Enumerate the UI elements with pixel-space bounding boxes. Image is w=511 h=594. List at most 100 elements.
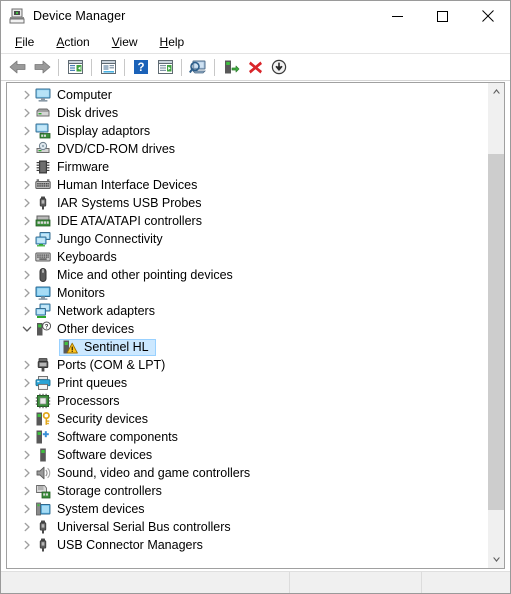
tree-item-software-components[interactable]: Software components bbox=[7, 428, 486, 446]
tree-item-computer[interactable]: Computer bbox=[7, 86, 486, 104]
enable-device-button[interactable] bbox=[219, 56, 243, 78]
tree-item-content: Disk drives bbox=[35, 105, 118, 121]
tree-item-dvd-cd-rom-drives[interactable]: DVD/CD-ROM drives bbox=[7, 140, 486, 158]
chevron-down-icon[interactable] bbox=[19, 320, 35, 338]
tree-item-content: System devices bbox=[35, 501, 145, 517]
tree-item-security-devices[interactable]: Security devices bbox=[7, 410, 486, 428]
tree-item-ports-com-lpt[interactable]: Ports (COM & LPT) bbox=[7, 356, 486, 374]
menu-file[interactable]: File bbox=[9, 33, 44, 51]
tree-item-processors[interactable]: Processors bbox=[7, 392, 486, 410]
toolbar: ? bbox=[1, 54, 510, 81]
chevron-right-icon[interactable] bbox=[19, 158, 35, 176]
scroll-down-button[interactable] bbox=[488, 551, 504, 568]
svg-text:?: ? bbox=[137, 62, 144, 74]
tree-item-mice-and-other-pointing-devices[interactable]: Mice and other pointing devices bbox=[7, 266, 486, 284]
device-manager-window: Device Manager File Action View Help ? C… bbox=[0, 0, 511, 594]
chevron-right-icon[interactable] bbox=[19, 446, 35, 464]
tree-item-content: IAR Systems USB Probes bbox=[35, 195, 202, 211]
tree-item-human-interface-devices[interactable]: Human Interface Devices bbox=[7, 176, 486, 194]
mouse-icon bbox=[35, 267, 51, 283]
tree-item-label: DVD/CD-ROM drives bbox=[57, 142, 176, 156]
tree-item-jungo-connectivity[interactable]: Jungo Connectivity bbox=[7, 230, 486, 248]
chevron-right-icon[interactable] bbox=[19, 212, 35, 230]
scroll-up-button[interactable] bbox=[488, 83, 504, 100]
status-bar bbox=[1, 571, 510, 593]
close-button[interactable] bbox=[465, 1, 510, 31]
chevron-right-icon[interactable] bbox=[19, 410, 35, 428]
help-button[interactable]: ? bbox=[129, 56, 153, 78]
show-hide-console-tree-button[interactable] bbox=[63, 56, 87, 78]
tree-item-sound-video-and-game-controllers[interactable]: Sound, video and game controllers bbox=[7, 464, 486, 482]
chevron-right-icon[interactable] bbox=[19, 356, 35, 374]
tree-item-print-queues[interactable]: Print queues bbox=[7, 374, 486, 392]
back-button[interactable] bbox=[6, 56, 30, 78]
chevron-right-icon[interactable] bbox=[19, 194, 35, 212]
tree-item-disk-drives[interactable]: Disk drives bbox=[7, 104, 486, 122]
forward-button[interactable] bbox=[30, 56, 54, 78]
keyboard-icon bbox=[35, 249, 51, 265]
tree-item-content: Display adaptors bbox=[35, 123, 150, 139]
disable-device-button[interactable] bbox=[267, 56, 291, 78]
device-tree[interactable]: Computer Disk drives Display adaptors DV… bbox=[7, 83, 486, 554]
tree-item-firmware[interactable]: Firmware bbox=[7, 158, 486, 176]
menu-help[interactable]: Help bbox=[154, 33, 195, 51]
chevron-right-icon[interactable] bbox=[19, 464, 35, 482]
tree-item-content: Sound, video and game controllers bbox=[35, 465, 250, 481]
chevron-right-icon[interactable] bbox=[19, 518, 35, 536]
chevron-right-icon[interactable] bbox=[19, 266, 35, 284]
chevron-right-icon[interactable] bbox=[19, 122, 35, 140]
chevron-right-icon[interactable] bbox=[19, 302, 35, 320]
tree-item-network-adapters[interactable]: Network adapters bbox=[7, 302, 486, 320]
tree-item-monitors[interactable]: Monitors bbox=[7, 284, 486, 302]
tree-item-other-devices[interactable]: ? Other devices bbox=[7, 320, 486, 338]
scrollbar-thumb[interactable] bbox=[488, 154, 504, 511]
chevron-right-icon[interactable] bbox=[19, 374, 35, 392]
tree-item-storage-controllers[interactable]: Storage controllers bbox=[7, 482, 486, 500]
properties-button[interactable] bbox=[96, 56, 120, 78]
update-driver-button[interactable] bbox=[153, 56, 177, 78]
chevron-right-icon[interactable] bbox=[19, 230, 35, 248]
tree-item-usb-connector-managers[interactable]: USB Connector Managers bbox=[7, 536, 486, 554]
scan-for-hardware-changes-button[interactable] bbox=[186, 56, 210, 78]
chevron-right-icon[interactable] bbox=[19, 536, 35, 554]
system-device-icon bbox=[35, 501, 51, 517]
chevron-right-icon[interactable] bbox=[19, 428, 35, 446]
tree-item-universal-serial-bus-controllers[interactable]: Universal Serial Bus controllers bbox=[7, 518, 486, 536]
network-screens-icon bbox=[35, 231, 51, 247]
network-adapter-icon bbox=[35, 303, 51, 319]
svg-text:?: ? bbox=[45, 324, 49, 330]
tree-item-label: Ports (COM & LPT) bbox=[57, 358, 166, 372]
tree-item-label: Software components bbox=[57, 430, 178, 444]
tree-item-iar-systems-usb-probes[interactable]: IAR Systems USB Probes bbox=[7, 194, 486, 212]
tree-item-display-adaptors[interactable]: Display adaptors bbox=[7, 122, 486, 140]
tree-item-content: Human Interface Devices bbox=[35, 177, 197, 193]
port-icon bbox=[35, 357, 51, 373]
uninstall-device-button[interactable] bbox=[243, 56, 267, 78]
tree-item-system-devices[interactable]: System devices bbox=[7, 500, 486, 518]
chevron-right-icon[interactable] bbox=[19, 104, 35, 122]
chevron-right-icon[interactable] bbox=[19, 248, 35, 266]
menu-action[interactable]: Action bbox=[50, 33, 99, 51]
tree-item-sentinel-hl[interactable]: Sentinel HL bbox=[7, 338, 486, 356]
maximize-button[interactable] bbox=[420, 1, 465, 31]
vertical-scrollbar[interactable] bbox=[487, 83, 504, 568]
tree-item-label: Monitors bbox=[57, 286, 105, 300]
tree-item-software-devices[interactable]: Software devices bbox=[7, 446, 486, 464]
other-device-question-icon: ? bbox=[35, 321, 52, 337]
chevron-right-icon[interactable] bbox=[19, 140, 35, 158]
tree-item-keyboards[interactable]: Keyboards bbox=[7, 248, 486, 266]
chevron-right-icon[interactable] bbox=[19, 176, 35, 194]
toolbar-separator-1 bbox=[58, 58, 59, 76]
chevron-right-icon[interactable] bbox=[19, 284, 35, 302]
minimize-button[interactable] bbox=[375, 1, 420, 31]
tree-item-ide-ata-atapi-controllers[interactable]: IDE ATA/ATAPI controllers bbox=[7, 212, 486, 230]
chevron-right-icon[interactable] bbox=[19, 482, 35, 500]
chevron-right-icon[interactable] bbox=[19, 86, 35, 104]
chevron-right-icon[interactable] bbox=[19, 392, 35, 410]
tree-item-content: Software components bbox=[35, 429, 178, 445]
tree-item-label: IAR Systems USB Probes bbox=[57, 196, 202, 210]
tree-item-content: Network adapters bbox=[35, 303, 155, 319]
menu-view[interactable]: View bbox=[106, 33, 148, 51]
chevron-right-icon[interactable] bbox=[19, 500, 35, 518]
menu-action-rest: ction bbox=[64, 35, 90, 49]
